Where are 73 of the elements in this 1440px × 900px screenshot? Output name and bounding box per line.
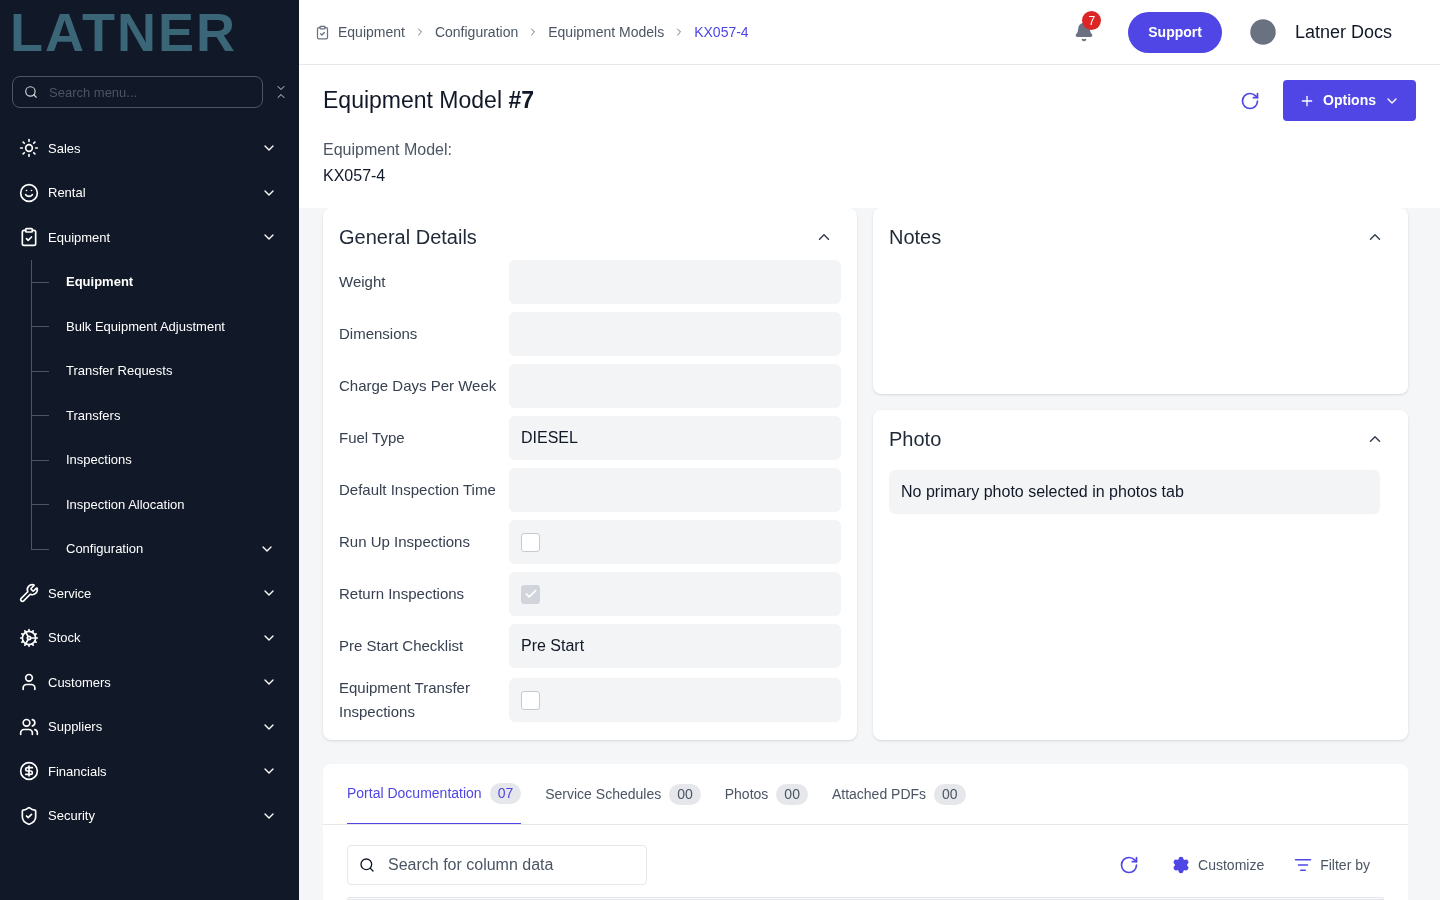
page-title: Equipment Model #7 — [323, 86, 535, 116]
sidebar-subitem[interactable]: Transfers — [66, 405, 275, 425]
menu-search-field[interactable]: Search menu... — [12, 76, 263, 108]
card-title: Photo — [889, 427, 943, 452]
sidebar-item[interactable]: Sales — [0, 126, 299, 171]
field-label: Weight — [339, 272, 387, 292]
sidebar-subitem[interactable]: Bulk Equipment Adjustment — [66, 316, 275, 336]
dollar-icon — [19, 761, 39, 782]
photo-message: No primary photo selected in photos tab — [889, 470, 1380, 514]
checkbox-field[interactable] — [509, 678, 841, 722]
options-button[interactable]: Options — [1283, 80, 1416, 121]
field-label: Charge Days Per Week — [339, 376, 498, 396]
card-title: Notes — [889, 225, 943, 250]
notification-count: 7 — [1082, 11, 1102, 30]
sidebar-subitem[interactable]: Equipment — [66, 272, 275, 292]
clipboard-icon — [315, 24, 330, 40]
card-title: General Details — [339, 225, 478, 250]
sun-icon — [19, 138, 39, 159]
breadcrumb-link[interactable]: Equipment — [338, 21, 405, 43]
input-field[interactable]: DIESEL — [509, 416, 841, 460]
sidebar-subitem[interactable]: Inspections — [66, 450, 275, 470]
sidebar-item[interactable]: Financials — [0, 749, 299, 794]
field-label: Fuel Type — [339, 428, 406, 448]
clipboard-check-icon — [19, 227, 39, 248]
refresh-icon[interactable] — [1240, 90, 1261, 111]
person-icon — [19, 672, 39, 693]
sidebar-item[interactable]: Security — [0, 793, 299, 838]
tab[interactable]: Attached PDFs 00 — [831, 764, 966, 824]
sidebar-subitem[interactable]: Transfer Requests — [66, 361, 275, 381]
field-label: Pre Start Checklist — [339, 636, 465, 656]
customize-button[interactable]: Customize — [1172, 854, 1265, 876]
sidebar-item[interactable]: Rental — [0, 170, 299, 215]
checkbox-field[interactable] — [509, 572, 841, 616]
tab[interactable]: Service Schedules 00 — [545, 764, 701, 824]
logo: LATNER — [10, 5, 237, 59]
sidebar-item[interactable]: Equipment — [0, 215, 299, 260]
table-search-field[interactable]: Search for column data — [347, 845, 647, 885]
breadcrumb-link[interactable]: Equipment Models — [548, 21, 665, 43]
input-field[interactable]: Pre Start — [509, 624, 841, 668]
checkbox[interactable] — [521, 690, 540, 710]
gear-icon — [1172, 856, 1191, 874]
sidebar-item[interactable]: Suppliers — [0, 704, 299, 749]
tab[interactable]: Portal Documentation 07 — [347, 764, 522, 824]
field-label: Equipment Transfer Inspections — [339, 678, 471, 722]
field-label: Return Inspections — [339, 584, 466, 604]
shield-icon — [19, 805, 39, 826]
breadcrumb-link[interactable]: Configuration — [434, 21, 519, 43]
field-label: Default Inspection Time — [339, 480, 497, 500]
wrench-icon — [19, 583, 39, 604]
filter-button[interactable]: Filter by — [1294, 854, 1370, 876]
search-icon — [24, 85, 38, 99]
field-label: Run Up Inspections — [339, 532, 471, 552]
gear-icon — [19, 627, 39, 648]
tab[interactable]: Photos 00 — [724, 764, 808, 824]
checkbox-field[interactable] — [509, 520, 841, 564]
sidebar-subitem[interactable]: Configuration — [66, 539, 275, 559]
people-icon — [19, 716, 39, 737]
refresh-icon[interactable] — [1119, 855, 1140, 875]
user-name[interactable]: Latner Docs — [1294, 18, 1392, 46]
check-icon — [523, 587, 538, 601]
filter-icon — [1294, 856, 1313, 874]
sidebar-subitem[interactable]: Inspection Allocation — [66, 494, 275, 514]
sidebar-item[interactable]: Service — [0, 571, 299, 616]
breadcrumb-link[interactable]: KX057-4 — [694, 21, 749, 43]
subtitle-label: Equipment Model: — [323, 140, 453, 160]
checkbox[interactable] — [521, 532, 540, 552]
field-label: Dimensions — [339, 324, 419, 344]
search-icon — [359, 857, 375, 873]
smiley-icon — [19, 182, 39, 203]
sidebar-item[interactable]: Stock — [0, 615, 299, 660]
subtitle-value: KX057-4 — [323, 166, 387, 186]
support-button[interactable]: Support — [1128, 11, 1222, 53]
sidebar-item[interactable]: Customers — [0, 660, 299, 705]
